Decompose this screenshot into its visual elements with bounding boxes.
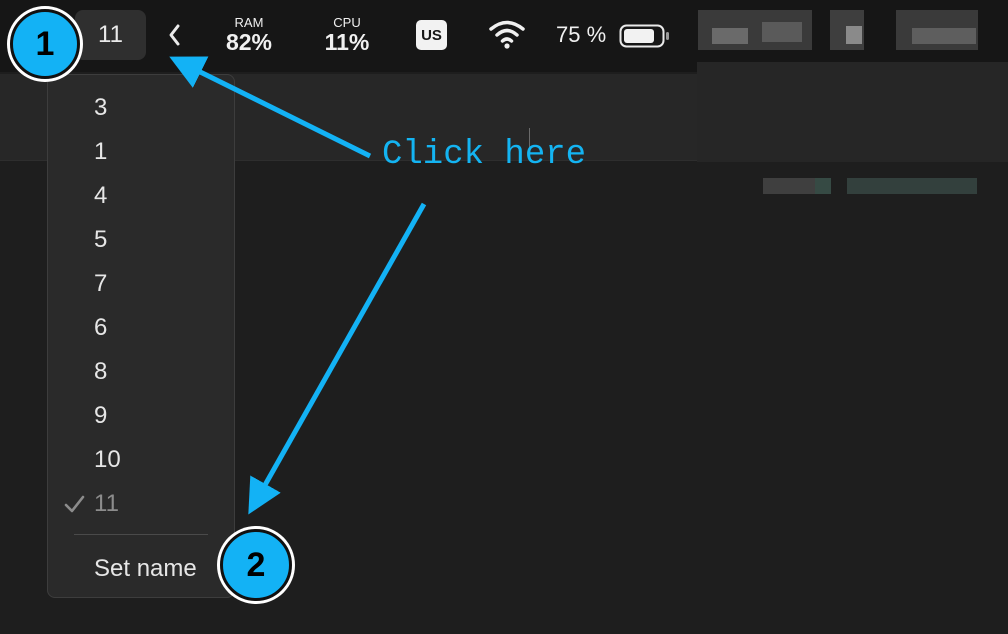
checkmark-icon <box>62 489 86 519</box>
menu-item-workspace[interactable]: 4 <box>94 181 107 211</box>
right-pane <box>697 62 1008 194</box>
cpu-indicator[interactable]: CPU 11% <box>319 15 375 55</box>
set-name-menu-item[interactable]: Set name <box>94 554 197 584</box>
workspace-dropdown-menu: 3 1 4 5 7 6 8 9 10 11 Set name <box>47 74 235 598</box>
redacted-pixel <box>912 28 976 44</box>
menu-item-workspace[interactable]: 5 <box>94 225 107 255</box>
step-badge-1: 1 <box>10 9 80 79</box>
ram-value: 82% <box>225 29 273 55</box>
instruction-text: Click here <box>382 136 587 174</box>
ram-label: RAM <box>234 15 264 30</box>
menu-item-workspace[interactable]: 10 <box>94 445 121 475</box>
redacted-pixel <box>762 22 802 42</box>
menu-item-workspace[interactable]: 9 <box>94 401 107 431</box>
menu-item-workspace[interactable]: 1 <box>94 137 107 167</box>
step-badge-2: 2 <box>220 529 292 601</box>
battery-percentage: 75 % <box>556 22 607 47</box>
cpu-label: CPU <box>333 15 361 30</box>
menu-item-workspace[interactable]: 7 <box>94 269 107 299</box>
redacted-pixel <box>763 178 823 194</box>
workspace-switcher-button[interactable]: 11 <box>75 10 146 60</box>
battery-icon[interactable] <box>619 23 671 49</box>
menu-item-workspace-current[interactable]: 11 <box>94 489 119 519</box>
ram-indicator[interactable]: RAM 82% <box>219 15 279 55</box>
input-source-indicator[interactable]: US <box>416 20 447 50</box>
redacted-pixel <box>815 178 831 194</box>
redacted-pixel <box>846 26 862 44</box>
menu-item-workspace[interactable]: 3 <box>94 93 107 123</box>
redacted-pixel <box>847 178 977 194</box>
menu-divider <box>74 534 208 535</box>
cpu-value: 11% <box>324 29 370 55</box>
menu-item-workspace[interactable]: 6 <box>94 313 107 343</box>
wifi-icon[interactable] <box>488 18 526 50</box>
menu-item-workspace[interactable]: 8 <box>94 357 107 387</box>
chevron-left-icon[interactable] <box>163 16 187 54</box>
redacted-pixel <box>712 28 748 44</box>
